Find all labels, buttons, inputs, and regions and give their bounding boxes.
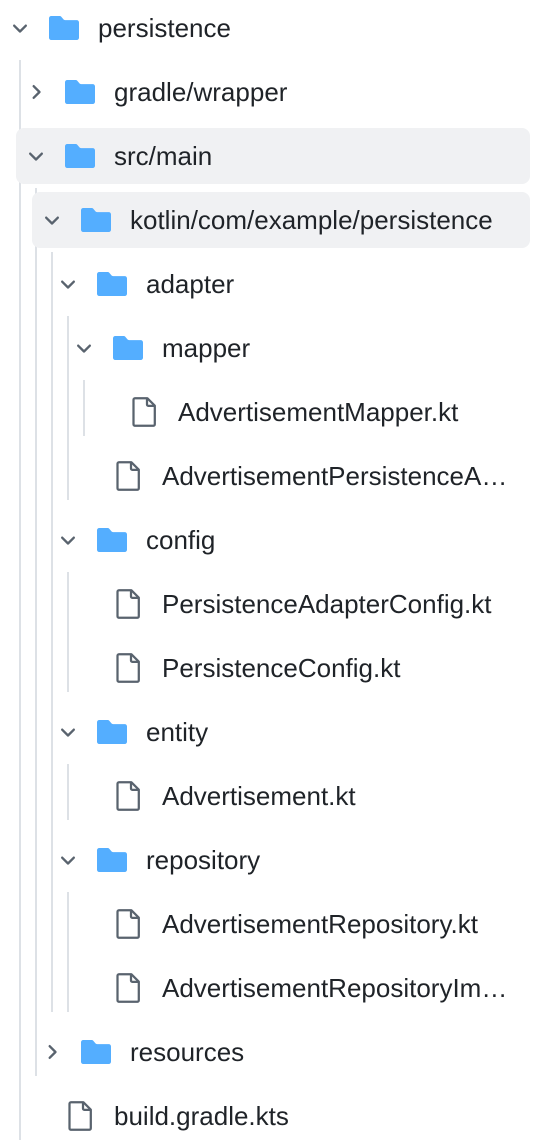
file-icon [110,458,146,494]
folder-icon [110,330,146,366]
chevron-down-icon[interactable] [54,718,82,746]
tree-item-label: gradle/wrapper [114,77,288,107]
tree-file-persistenceconfig-kt[interactable]: PersistenceConfig.kt [0,640,544,696]
tree-folder-kotlin-com-example-persistence[interactable]: kotlin/com/example/persistence [0,192,544,248]
folder-icon [94,266,130,302]
tree-item-label: persistence [98,13,231,43]
tree-file-advertisementrepository-kt[interactable]: AdvertisementRepository.kt [0,896,544,952]
folder-icon [94,522,130,558]
tree-item-label: kotlin/com/example/persistence [130,205,493,235]
chevron-down-icon[interactable] [38,206,66,234]
tree-item-label: Advertisement.kt [162,781,356,811]
chevron-down-icon[interactable] [22,142,50,170]
tree-folder-persistence[interactable]: persistence [0,0,544,56]
tree-folder-entity[interactable]: entity [0,704,544,760]
tree-item-label: src/main [114,141,213,171]
tree-item-label: entity [146,717,209,747]
chevron-right-icon[interactable] [38,1038,66,1066]
file-icon [110,970,146,1006]
chevron-right-icon[interactable] [22,78,50,106]
tree-item-label: resources [130,1037,245,1067]
folder-icon [94,714,130,750]
file-icon [126,394,162,430]
tree-item-label: AdvertisementRepository.kt [162,909,478,939]
folder-icon [94,842,130,878]
tree-item-label: PersistenceAdapterConfig.kt [162,589,492,619]
tree-item-label: repository [146,845,261,875]
tree-file-build-gradle-kts[interactable]: build.gradle.kts [0,1088,544,1144]
tree-item-label: config [146,525,216,555]
tree-folder-adapter[interactable]: adapter [0,256,544,312]
file-icon [110,778,146,814]
tree-item-label: PersistenceConfig.kt [162,653,401,683]
chevron-down-icon[interactable] [70,334,98,362]
tree-file-advertisementrepositoryimpl-kt[interactable]: AdvertisementRepositoryImpl.kt [0,960,544,1016]
tree-folder-resources[interactable]: resources [0,1024,544,1080]
tree-folder-src-main[interactable]: src/main [0,128,544,184]
tree-folder-mapper[interactable]: mapper [0,320,544,376]
chevron-down-icon[interactable] [54,526,82,554]
folder-icon [78,1034,114,1070]
tree-folder-config[interactable]: config [0,512,544,568]
tree-file-advertisementpersistenceadapter-kt[interactable]: AdvertisementPersistenceAdapter.kt [0,448,544,504]
tree-folder-gradle-wrapper[interactable]: gradle/wrapper [0,64,544,120]
file-icon [110,906,146,942]
tree-item-label: adapter [146,269,235,299]
folder-icon [62,74,98,110]
tree-item-label: mapper [162,333,251,363]
tree-file-advertisementmapper-kt[interactable]: AdvertisementMapper.kt [0,384,544,440]
file-icon [110,650,146,686]
tree-item-label: AdvertisementMapper.kt [178,397,459,427]
file-tree: persistence gradle/wrapper src/main kotlin/… [0,0,544,1146]
tree-item-label: AdvertisementPersistenceAdapter.kt [162,461,512,491]
folder-icon [78,202,114,238]
folder-icon [62,138,98,174]
tree-item-label: AdvertisementRepositoryImpl.kt [162,973,512,1003]
tree-folder-repository[interactable]: repository [0,832,544,888]
folder-icon [46,10,82,46]
chevron-down-icon[interactable] [54,846,82,874]
file-icon [110,586,146,622]
tree-file-persistenceadapterconfig-kt[interactable]: PersistenceAdapterConfig.kt [0,576,544,632]
chevron-down-icon[interactable] [54,270,82,298]
file-icon [62,1098,98,1134]
chevron-down-icon[interactable] [6,14,34,42]
tree-item-label: build.gradle.kts [114,1101,289,1131]
tree-file-advertisement-kt[interactable]: Advertisement.kt [0,768,544,824]
